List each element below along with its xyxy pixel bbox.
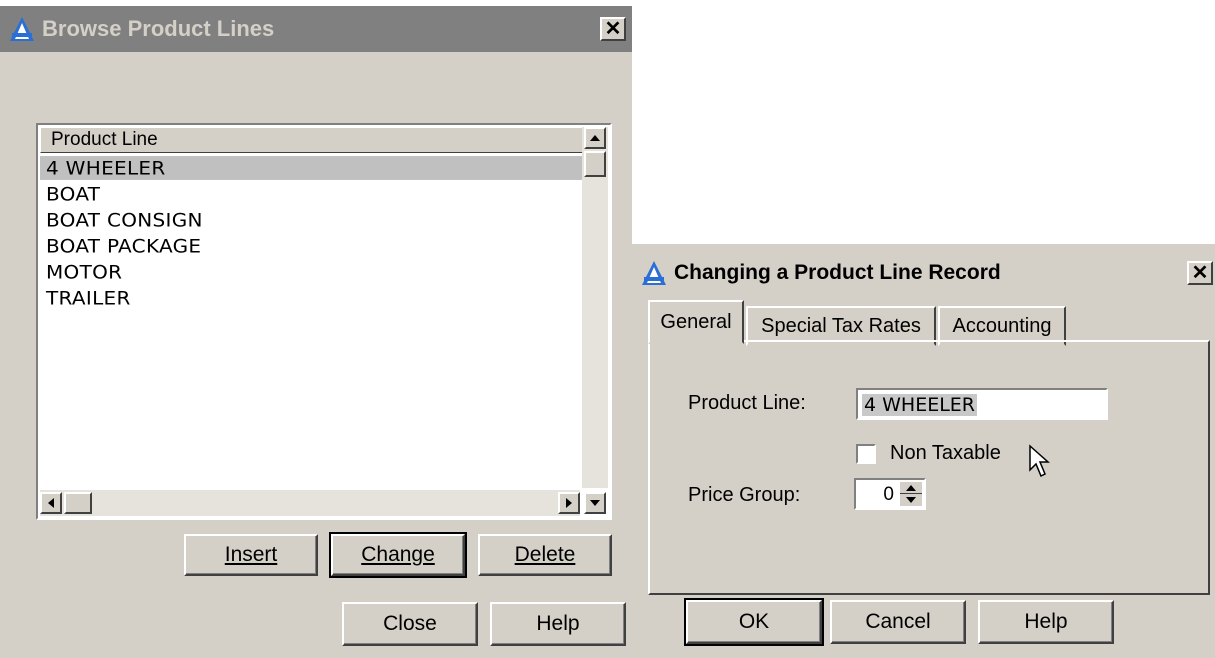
list-item[interactable]: 4 WHEELER [40, 156, 586, 180]
general-tab-panel: Product Line: 4 WHEELER Non Taxable Pric… [648, 340, 1210, 595]
product-line-rows: 4 WHEELER BOAT BOAT CONSIGN BOAT PACKAGE… [40, 155, 586, 311]
list-item[interactable]: BOAT CONSIGN [40, 208, 586, 232]
list-item[interactable]: MOTOR [40, 260, 586, 284]
scroll-down-icon[interactable] [584, 492, 606, 514]
horizontal-scrollbar[interactable] [40, 490, 580, 516]
product-line-list[interactable]: Product Line 4 WHEELER BOAT BOAT CONSIGN… [36, 123, 612, 520]
ok-button[interactable]: OK [684, 598, 824, 646]
spin-down-icon[interactable] [900, 494, 922, 506]
column-header-product-line[interactable]: Product Line [40, 127, 586, 153]
dialog-help-button[interactable]: Help [978, 600, 1114, 644]
product-line-field[interactable]: 4 WHEELER [856, 388, 1108, 420]
non-taxable-label[interactable]: Non Taxable [890, 442, 1001, 465]
close-button[interactable]: Close [342, 602, 478, 646]
app-icon [640, 259, 668, 287]
scroll-right-icon[interactable] [558, 492, 580, 514]
horizontal-scroll-thumb[interactable] [64, 492, 92, 514]
vertical-scrollbar[interactable] [582, 127, 608, 488]
scroll-left-icon[interactable] [40, 492, 62, 514]
dialog-help-button-label: Help [1024, 610, 1068, 633]
list-item[interactable]: TRAILER [40, 286, 586, 310]
change-titlebar[interactable]: Changing a Product Line Record ✕ [632, 250, 1215, 296]
close-button-label: Close [383, 612, 437, 635]
tab-accounting-label: Accounting [952, 314, 1052, 337]
product-line-label: Product Line: [688, 392, 806, 414]
price-group-stepper[interactable]: 0 [854, 478, 926, 510]
list-item[interactable]: BOAT PACKAGE [40, 234, 586, 258]
tab-special-tax-rates-label: Special Tax Rates [761, 314, 921, 337]
scroll-thumb[interactable] [584, 151, 606, 177]
change-product-line-dialog: Changing a Product Line Record ✕ General… [632, 244, 1215, 658]
delete-button[interactable]: Delete [478, 534, 612, 576]
tab-general[interactable]: General [648, 300, 744, 344]
spin-buttons [900, 482, 922, 506]
list-item[interactable]: BOAT [40, 182, 586, 206]
insert-button-label: Insert [224, 543, 278, 566]
cancel-button[interactable]: Cancel [830, 600, 966, 644]
change-title: Changing a Product Line Record [674, 261, 1001, 284]
browse-titlebar[interactable]: Browse Product Lines ✕ [0, 6, 632, 52]
tab-general-label: General [660, 310, 732, 333]
help-button-label: Help [536, 612, 580, 635]
app-icon [8, 15, 36, 43]
insert-button[interactable]: Insert [184, 534, 318, 576]
product-line-value: 4 WHEELER [862, 394, 978, 416]
non-taxable-checkbox[interactable] [856, 444, 876, 464]
close-icon[interactable]: ✕ [1187, 261, 1213, 285]
cancel-button-label: Cancel [865, 610, 931, 633]
change-button[interactable]: Change [329, 532, 467, 578]
help-button[interactable]: Help [490, 602, 626, 646]
spin-up-icon[interactable] [900, 482, 922, 494]
browse-title: Browse Product Lines [42, 16, 275, 41]
price-group-value: 0 [883, 484, 894, 505]
price-group-label: Price Group: [688, 484, 801, 506]
ok-button-label: OK [738, 610, 770, 633]
mouse-pointer-icon [1028, 444, 1054, 483]
browse-product-lines-window: Browse Product Lines ✕ Product Line 4 WH… [0, 6, 632, 658]
scroll-up-icon[interactable] [584, 127, 606, 149]
delete-button-label: Delete [514, 543, 576, 566]
change-button-label: Change [361, 543, 435, 566]
close-icon[interactable]: ✕ [600, 17, 626, 41]
